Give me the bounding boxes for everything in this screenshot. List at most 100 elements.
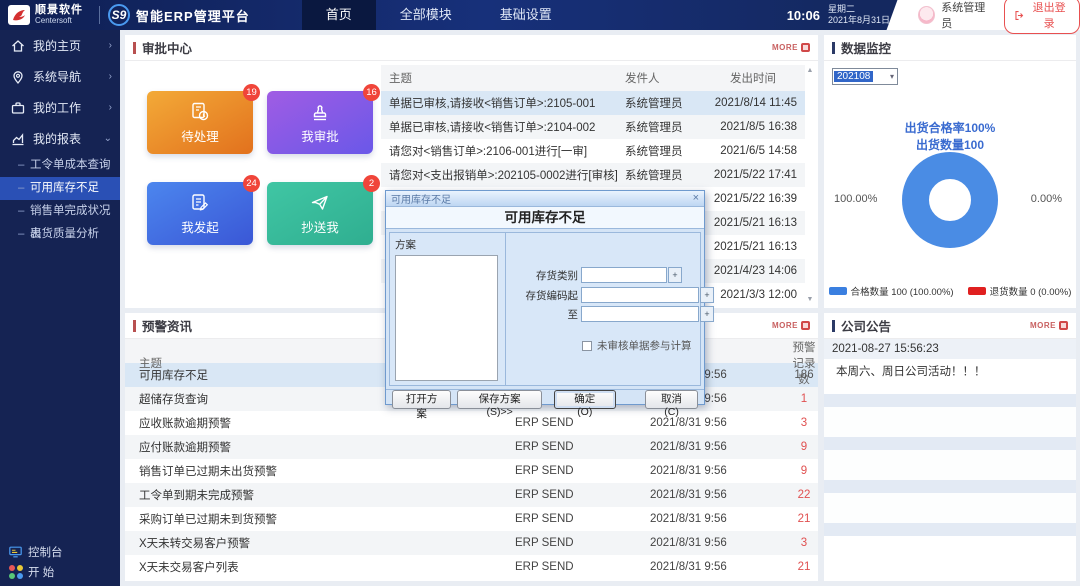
row-sender: ERP SEND bbox=[515, 465, 574, 477]
month-select[interactable]: 202108 ▾ bbox=[832, 68, 898, 85]
save-scheme-button[interactable]: 保存方案(S)>> bbox=[457, 390, 543, 418]
submenu-item-shipment-quality[interactable]: 出货质量分析 bbox=[0, 223, 120, 246]
legend-item-return: 退货数量 0 (0.00%) bbox=[967, 284, 1071, 298]
sidebar-item-home[interactable]: 我的主页 › bbox=[0, 30, 120, 61]
inventory-category-input[interactable] bbox=[581, 267, 667, 283]
row-subject: X天未转交易客户预警 bbox=[139, 538, 251, 550]
donut-chart bbox=[902, 152, 998, 248]
empty-slot-divider bbox=[824, 394, 1076, 407]
more-button[interactable]: MORE bbox=[772, 43, 810, 52]
sidebar-item-navigation[interactable]: 系统导航 › bbox=[0, 61, 120, 92]
row-count: 21 bbox=[797, 561, 811, 573]
table-row[interactable]: 单据已审核,请接收<销售订单>:2104-002 系统管理员 2021/8/5 16… bbox=[381, 115, 805, 139]
list-item[interactable]: 工令单到期未完成预警 ERP SEND 2021/8/31 9:56 22 bbox=[125, 483, 818, 507]
inventory-code-from-input[interactable] bbox=[581, 287, 699, 303]
dialog-titlebar[interactable]: 可用库存不足 × bbox=[386, 191, 704, 207]
tile-cc-me[interactable]: 抄送我 2 bbox=[267, 175, 380, 245]
row-time: 2021/8/31 9:56 bbox=[650, 537, 727, 549]
sidebar-item-reports[interactable]: 我的报表 ⌄ bbox=[0, 123, 120, 154]
donut-label-left: 100.00% bbox=[834, 193, 878, 205]
open-scheme-button[interactable]: 打开方案 bbox=[392, 390, 452, 420]
panel-title: 公司公告 bbox=[841, 320, 892, 334]
scheme-listbox[interactable] bbox=[395, 255, 498, 381]
sidebar-item-work[interactable]: 我的工作 › bbox=[0, 92, 120, 123]
row-sender: ERP SEND bbox=[515, 489, 574, 501]
more-button[interactable]: MORE bbox=[772, 321, 810, 330]
tile-label: 我发起 bbox=[181, 220, 219, 235]
announcement-panel: 公司公告 MORE 2021-08-27 15:56:23 本周六、周日公司活动… bbox=[824, 313, 1076, 581]
tile-label: 我审批 bbox=[301, 129, 339, 144]
panel-header: 公司公告 MORE bbox=[824, 313, 1076, 339]
console-button[interactable]: 控制台 bbox=[0, 542, 120, 562]
more-label: MORE bbox=[1030, 321, 1056, 330]
tile-label: 待处理 bbox=[181, 129, 219, 144]
brand: 顺景软件 Centersoft S9 智能ERP管理平台 bbox=[0, 4, 250, 26]
console-label: 控制台 bbox=[28, 547, 63, 559]
accent-bar bbox=[133, 319, 136, 332]
lookup-button[interactable]: + bbox=[700, 306, 714, 322]
row-subject: 销售订单已过期未出货预警 bbox=[139, 466, 277, 478]
table-scrollbar[interactable]: ▲ ▼ bbox=[805, 67, 815, 303]
cancel-button[interactable]: 取消(C) bbox=[645, 390, 698, 418]
tile-pending[interactable]: 待处理 19 bbox=[147, 84, 260, 154]
tile-my-approvals[interactable]: 我审批 16 bbox=[267, 84, 380, 154]
logout-button[interactable]: 退出登录 bbox=[1003, 0, 1080, 34]
tile-label: 抄送我 bbox=[301, 220, 339, 235]
row-sender: ERP SEND bbox=[515, 417, 574, 429]
announcement-content[interactable]: 本周六、周日公司活动！！！ bbox=[824, 359, 1076, 385]
row-time: 2021/5/21 16:13 bbox=[713, 217, 797, 229]
logout-label: 退出登录 bbox=[1032, 2, 1066, 30]
chevron-right-icon: › bbox=[108, 71, 112, 82]
sidebar-item-label: 系统导航 bbox=[33, 70, 82, 84]
close-icon[interactable]: × bbox=[693, 193, 699, 204]
announcement-date: 2021-08-27 15:56:23 bbox=[824, 339, 1076, 359]
chart-icon bbox=[12, 132, 24, 145]
nav-all-modules[interactable]: 全部模块 bbox=[376, 0, 476, 30]
nav-home[interactable]: 首页 bbox=[301, 0, 376, 30]
submenu-item-workorder-cost[interactable]: 工令单成本查询 bbox=[0, 154, 120, 177]
divider bbox=[99, 6, 100, 24]
list-item[interactable]: X天未转交易客户预警 ERP SEND 2021/8/31 9:56 3 bbox=[125, 531, 818, 555]
start-label: 开 始 bbox=[28, 567, 55, 579]
inventory-code-to-input[interactable] bbox=[581, 306, 699, 322]
panel-header: 数据监控 bbox=[824, 35, 1076, 61]
scroll-down-icon[interactable]: ▼ bbox=[805, 296, 815, 303]
start-button[interactable]: 开 始 bbox=[0, 562, 120, 582]
table-row[interactable]: 请您对<销售订单>:2106-001进行[一审] 系统管理员 2021/6/5 14… bbox=[381, 139, 805, 163]
more-button[interactable]: MORE bbox=[1030, 321, 1068, 330]
weekday: 星期二 bbox=[827, 3, 855, 14]
col-subject: 主题 bbox=[389, 73, 412, 85]
row-subject: X天未交易客户列表 bbox=[139, 562, 239, 574]
user-avatar[interactable] bbox=[918, 6, 936, 24]
list-item[interactable]: 采购订单已过期未到货预警 ERP SEND 2021/8/31 9:56 21 bbox=[125, 507, 818, 531]
row-subject: 单据已审核,请接收<销售订单>:2104-002 bbox=[389, 122, 596, 134]
inventory-code-from-label: 存货编码起 bbox=[525, 289, 579, 302]
submenu-item-sales-completion[interactable]: 销售单完成状况表 bbox=[0, 200, 120, 240]
compose-icon bbox=[192, 193, 209, 211]
list-item[interactable]: 应付账款逾期预警 ERP SEND 2021/8/31 9:56 9 bbox=[125, 435, 818, 459]
criteria-section: 存货类别 + 存货编码起 + 至 + 未审核单据参与计算 bbox=[505, 233, 714, 385]
row-time: 2021/3/3 12:00 bbox=[720, 289, 797, 301]
ok-button[interactable]: 确定(O) bbox=[554, 390, 616, 418]
available-stock-dialog: 可用库存不足 × 可用库存不足 方案 存货类别 + 存货编码起 + 至 + 未审… bbox=[385, 190, 714, 420]
chart-legend: 合格数量 100 (100.00%) 退货数量 0 (0.00%) bbox=[824, 284, 1076, 298]
scroll-up-icon[interactable]: ▲ bbox=[805, 67, 815, 74]
list-item[interactable]: X天未交易客户列表 ERP SEND 2021/8/31 9:56 21 bbox=[125, 555, 818, 579]
row-time: 2021/8/14 11:45 bbox=[714, 97, 797, 109]
checkbox[interactable] bbox=[582, 340, 592, 351]
list-item[interactable]: 应收账款逾期预警 ERP SEND 2021/8/31 9:56 3 bbox=[125, 411, 818, 435]
list-item[interactable]: 销售订单已过期未出货预警 ERP SEND 2021/8/31 9:56 9 bbox=[125, 459, 818, 483]
lookup-button[interactable]: + bbox=[700, 287, 714, 303]
row-time: 2021/8/31 9:56 bbox=[650, 489, 727, 501]
row-count: 3 bbox=[800, 417, 808, 429]
tile-my-initiated[interactable]: 我发起 24 bbox=[147, 175, 260, 245]
table-row[interactable]: 单据已审核,请接收<销售订单>:2105-001 系统管理员 2021/8/14 1… bbox=[381, 91, 805, 115]
row-time: 2021/5/21 16:13 bbox=[713, 241, 797, 253]
chevron-down-icon: ⌄ bbox=[103, 133, 112, 144]
donut-label-right: 0.00% bbox=[1030, 193, 1062, 205]
table-row[interactable]: 请您对<支出报销单>:202105-0002进行[审核] 系统管理员 2021/5/… bbox=[381, 163, 805, 187]
nav-basic-settings[interactable]: 基础设置 bbox=[476, 0, 576, 30]
lookup-button[interactable]: + bbox=[668, 267, 682, 283]
row-sender: 系统管理员 bbox=[625, 98, 683, 110]
submenu-item-available-stock[interactable]: 可用库存不足 bbox=[0, 177, 120, 200]
